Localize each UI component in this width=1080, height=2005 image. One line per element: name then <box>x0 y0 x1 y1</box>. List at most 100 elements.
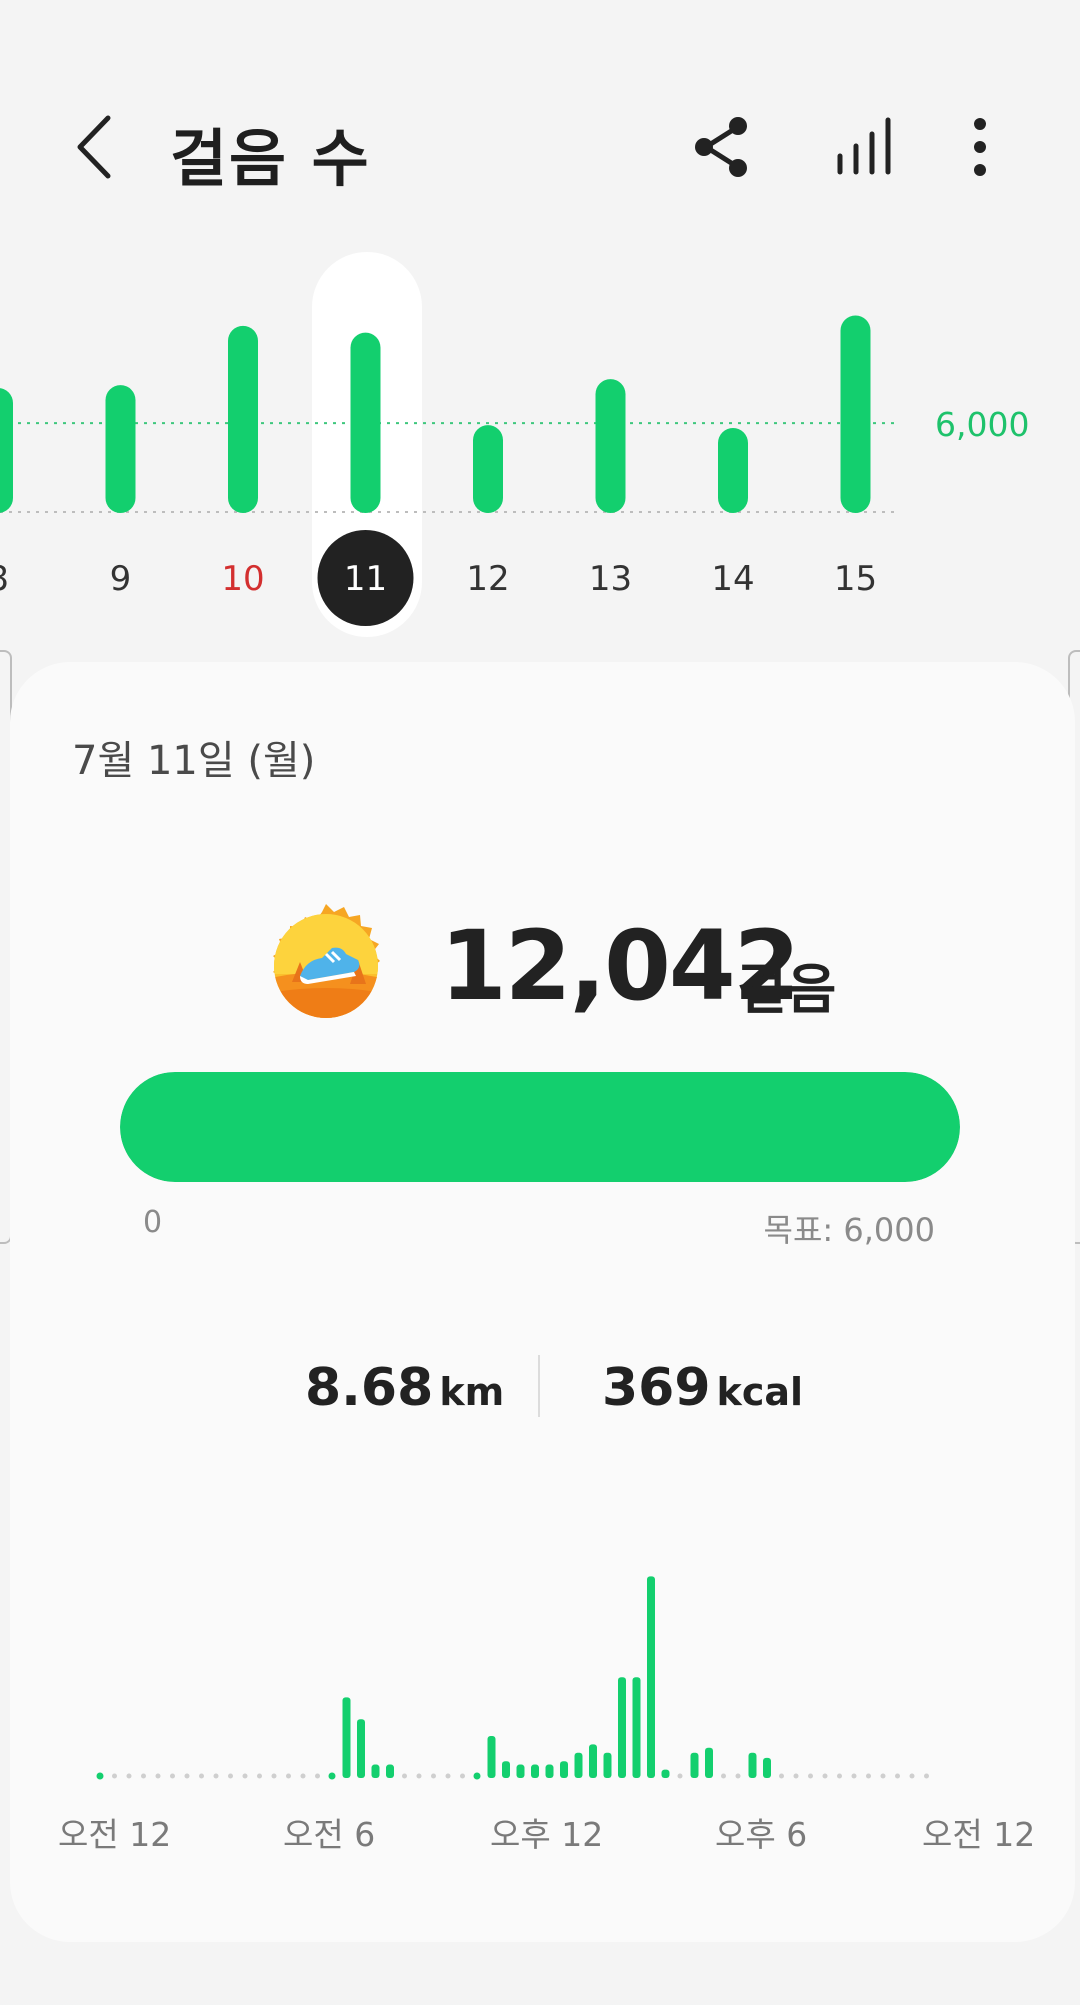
day-column[interactable]: 10 <box>221 325 265 599</box>
hourly-bar <box>632 1677 641 1778</box>
day-label: 10 <box>221 559 264 599</box>
hourly-bar <box>589 1744 597 1778</box>
hourly-point <box>416 1773 422 1779</box>
hourly-bar <box>531 1764 539 1778</box>
hourly-point <box>213 1773 219 1779</box>
hourly-point <box>460 1773 465 1779</box>
hourly-bar <box>603 1752 612 1778</box>
hourly-point <box>808 1773 813 1779</box>
day-label: 15 <box>834 559 877 599</box>
share-button[interactable] <box>692 112 752 182</box>
hourly-point <box>402 1773 407 1779</box>
hourly-point <box>721 1773 726 1779</box>
more-options-button[interactable] <box>960 112 1000 182</box>
hour-label-6am: 오전 6 <box>283 1815 376 1854</box>
goal-achieved-badge[interactable] <box>262 902 390 1030</box>
hour-label-midnight-end: 오전 12 <box>922 1815 1036 1854</box>
hourly-bar <box>661 1769 670 1778</box>
hourly-point <box>228 1773 233 1779</box>
hourly-point <box>286 1773 291 1779</box>
chevron-left-icon <box>77 115 111 179</box>
hourly-point <box>242 1773 248 1779</box>
calories-value: 369 <box>602 1358 711 1418</box>
hourly-bar <box>748 1752 757 1778</box>
back-button[interactable] <box>70 112 120 182</box>
hourly-bar <box>763 1757 771 1778</box>
trends-button[interactable] <box>830 112 900 182</box>
hourly-bar <box>386 1764 394 1778</box>
hourly-point <box>779 1773 784 1779</box>
hourly-bar <box>574 1752 583 1778</box>
bar-chart-icon <box>837 117 891 175</box>
progress-goal-label: 목표: 6,000 <box>763 1211 935 1249</box>
hourly-point <box>141 1773 146 1779</box>
calories-stat: 369 kcal <box>602 1358 803 1418</box>
hour-label-noon: 오후 12 <box>490 1815 604 1854</box>
weekly-steps-chart[interactable]: 8 9 10 11 12 13 14 15 <box>0 240 1080 640</box>
hourly-bar <box>502 1761 510 1778</box>
day-column[interactable]: 15 <box>834 315 877 599</box>
hourly-point <box>96 1772 104 1780</box>
hourly-point <box>271 1773 277 1779</box>
hourly-bar <box>342 1697 351 1778</box>
day-column[interactable]: 8 <box>0 388 13 599</box>
day-label: 14 <box>711 559 754 599</box>
day-column[interactable]: 13 <box>589 379 632 599</box>
hourly-bar <box>560 1761 568 1778</box>
hourly-point <box>199 1773 204 1779</box>
hourly-point <box>126 1773 132 1779</box>
distance-stat: 8.68 km <box>305 1358 504 1418</box>
day-column[interactable]: 12 <box>466 425 510 599</box>
running-shoe-badge-icon <box>273 904 380 1018</box>
more-vertical-icon <box>974 118 986 176</box>
steps-unit: 걸음 <box>737 958 837 1021</box>
day-label: 11 <box>344 559 387 599</box>
distance-value: 8.68 <box>305 1358 434 1418</box>
page-title: 걸음 수 <box>170 122 371 195</box>
hourly-point <box>735 1773 741 1779</box>
day-label: 9 <box>110 559 132 599</box>
hourly-point <box>866 1773 871 1779</box>
hourly-bar <box>371 1764 380 1778</box>
hourly-point <box>431 1773 436 1779</box>
hourly-point <box>170 1773 175 1779</box>
day-column[interactable]: 11 <box>317 332 414 626</box>
hourly-point <box>473 1772 481 1780</box>
hourly-point <box>851 1773 857 1779</box>
hourly-point <box>909 1773 915 1779</box>
hourly-steps-chart[interactable] <box>0 1540 1080 1800</box>
hourly-point <box>257 1773 262 1779</box>
day-label: 13 <box>589 559 632 599</box>
hour-label-midnight-start: 오전 12 <box>58 1815 172 1854</box>
calories-unit: kcal <box>716 1370 804 1414</box>
hourly-bar <box>705 1747 713 1778</box>
hourly-bar <box>487 1736 496 1778</box>
hourly-point <box>315 1773 320 1779</box>
goal-progress-fill <box>120 1072 960 1182</box>
distance-unit: km <box>439 1370 505 1414</box>
hourly-bar <box>357 1719 365 1778</box>
stat-divider <box>538 1355 540 1417</box>
hourly-bar <box>690 1752 699 1778</box>
day-label: 12 <box>466 559 509 599</box>
progress-min-label: 0 <box>143 1205 163 1240</box>
hourly-point <box>880 1773 886 1779</box>
hourly-bar <box>545 1764 554 1778</box>
goal-line-label: 6,000 <box>935 405 1030 444</box>
hourly-bar <box>618 1677 626 1778</box>
date-label: 7월 11일 (월) <box>72 738 316 784</box>
hourly-point <box>822 1773 828 1779</box>
hourly-point <box>837 1773 842 1779</box>
hourly-point <box>112 1773 117 1779</box>
hourly-point <box>184 1773 190 1779</box>
day-label: 8 <box>0 559 9 599</box>
day-column[interactable]: 9 <box>105 385 136 599</box>
hourly-point <box>895 1773 900 1779</box>
hour-label-6pm: 오후 6 <box>715 1815 808 1854</box>
share-icon <box>695 117 747 177</box>
goal-progress-bar <box>120 1072 960 1182</box>
hourly-point <box>300 1773 306 1779</box>
day-column[interactable]: 14 <box>711 428 755 599</box>
hourly-point <box>155 1773 161 1779</box>
hourly-point <box>677 1773 683 1779</box>
